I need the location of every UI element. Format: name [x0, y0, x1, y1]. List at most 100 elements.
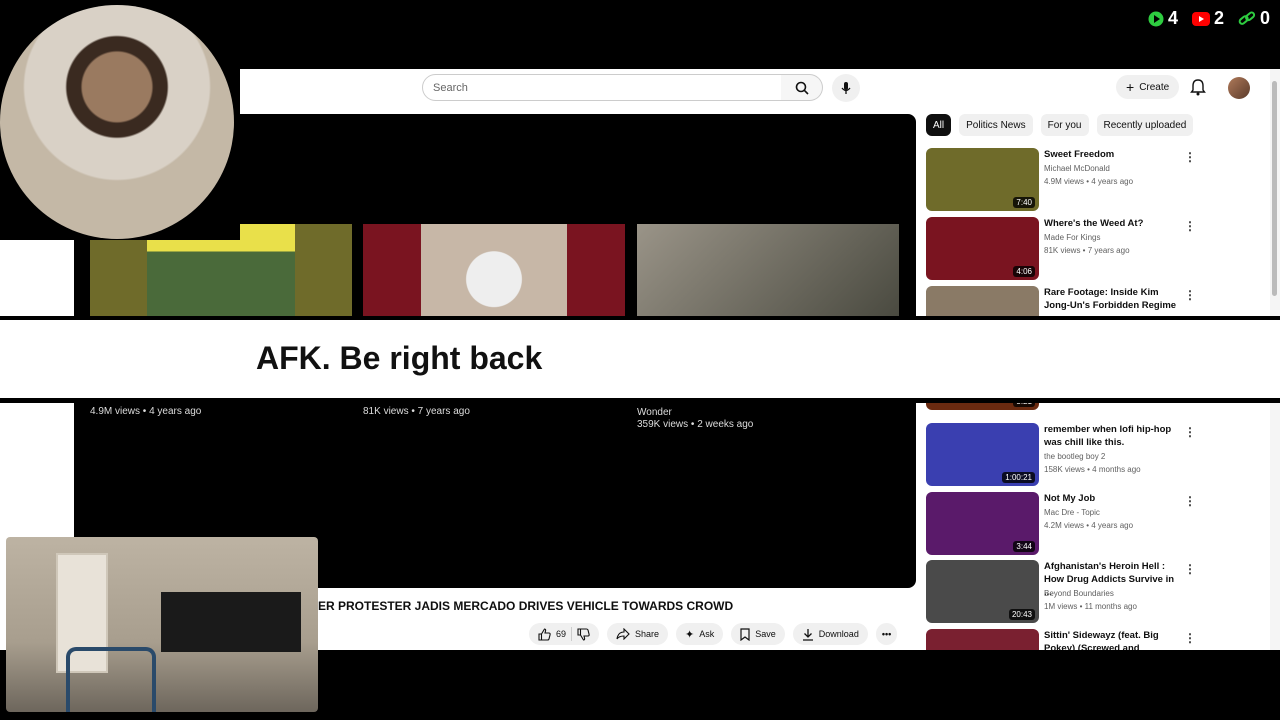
voice-search-button[interactable] [832, 74, 860, 102]
ask-label: Ask [699, 629, 715, 639]
video-thumbnail: 20:43 [926, 560, 1039, 623]
video-thumbnail: 3:44 [926, 492, 1039, 555]
end-screen-meta-1: 4.9M views • 4 years ago [90, 406, 202, 417]
stat-play: 4 [1148, 8, 1178, 29]
video-meta: 4.2M views • 4 years ago [1044, 521, 1134, 530]
plus-icon: + [1126, 79, 1135, 95]
webcam-face-overlay [0, 0, 240, 240]
stat-link-count: 0 [1259, 8, 1270, 28]
end-screen-title-3: Wonder [637, 407, 672, 418]
room-chair [66, 647, 156, 712]
more-options-icon[interactable]: ⋮ [1184, 562, 1196, 576]
video-duration: 7:40 [1013, 197, 1035, 208]
streamer-face-cam [0, 5, 234, 239]
search-input[interactable]: Search [422, 74, 782, 101]
stat-link: 0 [1238, 8, 1270, 29]
recommendation-item[interactable]: 4:06 Where's the Weed At? Made For Kings… [926, 217, 1206, 281]
search-button[interactable] [781, 74, 823, 101]
chip-politics-news[interactable]: Politics News [959, 114, 1033, 136]
video-title: ER PROTESTER JADIS MERCADO DRIVES VEHICL… [318, 599, 734, 613]
recommendation-title: Not My Job [1044, 493, 1096, 504]
filter-chips: All Politics News For you Recently uploa… [926, 114, 1194, 136]
video-thumbnail: 7:40 [926, 148, 1039, 211]
save-button[interactable]: Save [731, 623, 785, 645]
more-options-icon[interactable]: ⋮ [1184, 494, 1196, 508]
video-actions: 69 Share ✦ Ask Save Download ••• [529, 623, 898, 645]
video-thumbnail: 4:06 [926, 217, 1039, 280]
video-duration: 20:43 [1008, 609, 1035, 620]
more-actions-button[interactable]: ••• [875, 623, 898, 645]
video-duration: 4:06 [1013, 266, 1035, 277]
notifications-bell-icon[interactable] [1190, 78, 1206, 96]
recommendation-title: Sweet Freedom [1044, 149, 1115, 160]
search-icon [795, 81, 809, 95]
recommendation-item[interactable]: 3:44 Not My Job Mac Dre - Topic 4.2M vie… [926, 492, 1206, 556]
end-screen-video-3[interactable] [637, 224, 899, 316]
recommendation-item[interactable]: 20:43 Afghanistan's Heroin Hell : How Dr… [926, 560, 1206, 624]
channel-name: Beyond Boundaries [1044, 589, 1114, 598]
more-horizontal-icon: ••• [881, 629, 892, 639]
room-tv [161, 592, 301, 652]
search-placeholder: Search [433, 81, 468, 94]
microphone-icon [841, 82, 851, 94]
stream-stats: 4 2 0 [1148, 8, 1270, 29]
video-meta: 158K views • 4 months ago [1044, 465, 1141, 474]
stat-youtube: 2 [1191, 8, 1224, 29]
scrollbar-thumb[interactable] [1272, 81, 1277, 296]
create-button[interactable]: + Create [1116, 75, 1180, 99]
channel-name: Mac Dre - Topic [1044, 508, 1100, 517]
video-meta: 1M views • 11 months ago [1044, 602, 1137, 611]
video-thumbnail: 1:00:21 [926, 423, 1039, 486]
bookmark-icon [740, 627, 750, 641]
webcam-room-overlay [6, 537, 318, 712]
chip-all[interactable]: All [926, 114, 952, 136]
recommendation-title: Where's the Weed At? [1044, 218, 1144, 229]
stat-play-count: 4 [1167, 8, 1178, 28]
end-screen-meta-3: 359K views • 2 weeks ago [637, 419, 754, 430]
download-label: Download [818, 629, 859, 639]
recommendation-title: Sittin' Sidewayz (feat. Big Pokey) (Scre… [1044, 630, 1159, 650]
recommendation-title: Rare Footage: Inside Kim Jong-Un's Forbi… [1044, 287, 1177, 311]
end-screen-meta-2: 81K views • 7 years ago [363, 406, 470, 417]
download-icon [802, 628, 813, 641]
divider [571, 627, 573, 641]
save-label: Save [755, 629, 776, 639]
video-duration: 3:44 [1013, 541, 1035, 552]
like-count: 69 [556, 629, 567, 639]
ask-button[interactable]: ✦ Ask [676, 623, 724, 645]
afk-message: AFK. Be right back [256, 340, 543, 376]
thumbs-up-icon [538, 627, 551, 641]
video-duration: 1:00:21 [1002, 472, 1035, 483]
chip-recently-uploaded[interactable]: Recently uploaded [1096, 114, 1194, 136]
account-avatar[interactable] [1228, 77, 1250, 99]
video-thumbnail [926, 629, 1039, 650]
video-meta: 81K views • 7 years ago [1044, 246, 1130, 255]
create-label: Create [1139, 81, 1170, 93]
recommendation-item[interactable]: Sittin' Sidewayz (feat. Big Pokey) (Scre… [926, 629, 1206, 650]
thumbs-down-icon[interactable] [577, 627, 590, 641]
album-cover-kottonmouth-kings [421, 224, 567, 316]
channel-name: Made For Kings [1044, 233, 1101, 242]
download-button[interactable]: Download [792, 623, 868, 645]
recommendation-title: remember when lofi hip-hop was chill lik… [1044, 424, 1172, 448]
stat-youtube-count: 2 [1213, 8, 1224, 28]
link-icon [1238, 11, 1256, 25]
recommendation-item[interactable]: 7:40 Sweet Freedom Michael McDonald 4.9M… [926, 148, 1206, 212]
like-dislike-button[interactable]: 69 [529, 623, 600, 645]
share-button[interactable]: Share [607, 623, 669, 645]
share-label: Share [635, 629, 660, 639]
channel-name: Michael McDonald [1044, 164, 1110, 173]
end-screen-video-2[interactable] [363, 224, 625, 316]
recommendation-item[interactable]: 1:00:21 remember when lofi hip-hop was c… [926, 423, 1206, 487]
video-meta: 4.9M views • 4 years ago [1044, 177, 1134, 186]
more-options-icon[interactable]: ⋮ [1184, 219, 1196, 233]
more-options-icon[interactable]: ⋮ [1184, 425, 1196, 439]
more-options-icon[interactable]: ⋮ [1184, 288, 1196, 302]
more-options-icon[interactable]: ⋮ [1184, 150, 1196, 164]
afk-banner: AFK. Be right back [0, 320, 1280, 398]
youtube-icon [1191, 11, 1210, 26]
play-icon [1148, 11, 1164, 26]
sparkle-icon: ✦ [685, 628, 695, 641]
more-options-icon[interactable]: ⋮ [1184, 631, 1196, 645]
chip-for-you[interactable]: For you [1040, 114, 1089, 136]
